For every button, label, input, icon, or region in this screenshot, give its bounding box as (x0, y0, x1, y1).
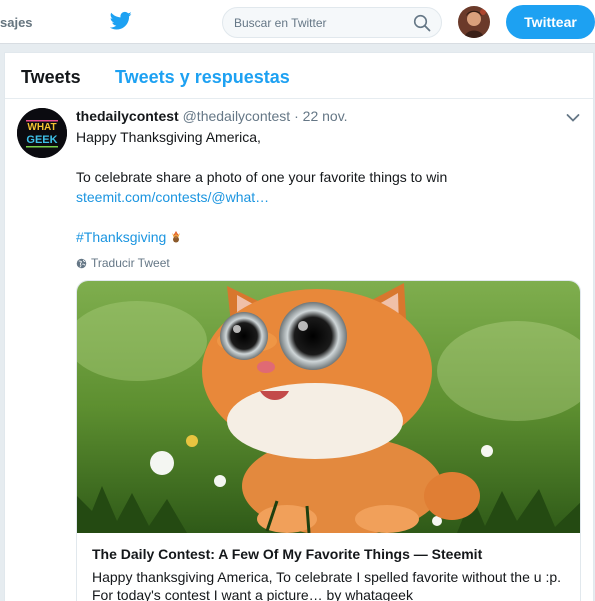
card-description: Happy thanksgiving America, To celebrate… (92, 569, 562, 585)
tweet-timestamp[interactable]: 22 nov. (303, 108, 348, 124)
hashtag-line: #Thanksgiving (76, 229, 183, 245)
translate-tweet-label: Traducir Tweet (91, 256, 170, 270)
separator-dot: · (294, 108, 299, 124)
translate-tweet-link[interactable]: Traducir Tweet (76, 256, 170, 270)
svg-text:GEEK: GEEK (26, 134, 57, 146)
svg-text:WHAT: WHAT (27, 122, 56, 133)
turkey-emoji-icon (172, 231, 181, 243)
tab-tweets[interactable]: Tweets (21, 67, 81, 88)
tweet-author-name[interactable]: thedailycontest (76, 108, 179, 124)
search-input[interactable] (234, 8, 414, 37)
card-image[interactable] (77, 281, 581, 533)
tweet-author-handle[interactable]: @thedailycontest (183, 108, 291, 124)
link-preview-card[interactable]: The Daily Contest: A Few Of My Favorite … (76, 280, 581, 601)
chevron-down-icon[interactable] (566, 113, 580, 123)
card-description: For today's contest I want a picture… by… (92, 587, 413, 601)
tweet-header: thedailycontest @thedailycontest · 22 no… (76, 108, 348, 124)
tweet-text-line: Happy Thanksgiving America, (76, 129, 261, 145)
globe-icon (76, 258, 87, 268)
tweet-link[interactable]: steemit.com/contests/@what… (76, 189, 269, 205)
nav-messages-link[interactable]: sajes (0, 15, 33, 30)
tab-tweets-and-replies[interactable]: Tweets y respuestas (115, 67, 290, 88)
tweet-compose-button[interactable]: Twittear (506, 5, 595, 39)
top-navigation-bar: sajes Twittear (0, 0, 595, 44)
search-icon[interactable] (413, 14, 431, 32)
user-avatar[interactable] (458, 6, 490, 38)
tweet-author-avatar[interactable]: WHAT GEEK (17, 108, 67, 158)
profile-timeline-panel: Tweets Tweets y respuestas WHAT GEEK the… (4, 52, 594, 601)
tweet-text-line: To celebrate share a photo of one your f… (76, 169, 448, 185)
twitter-bird-icon[interactable] (110, 11, 132, 31)
timeline-tabs: Tweets Tweets y respuestas (5, 53, 593, 99)
hashtag-link[interactable]: #Thanksgiving (76, 229, 166, 245)
card-title[interactable]: The Daily Contest: A Few Of My Favorite … (92, 546, 482, 562)
search-box (222, 7, 442, 38)
